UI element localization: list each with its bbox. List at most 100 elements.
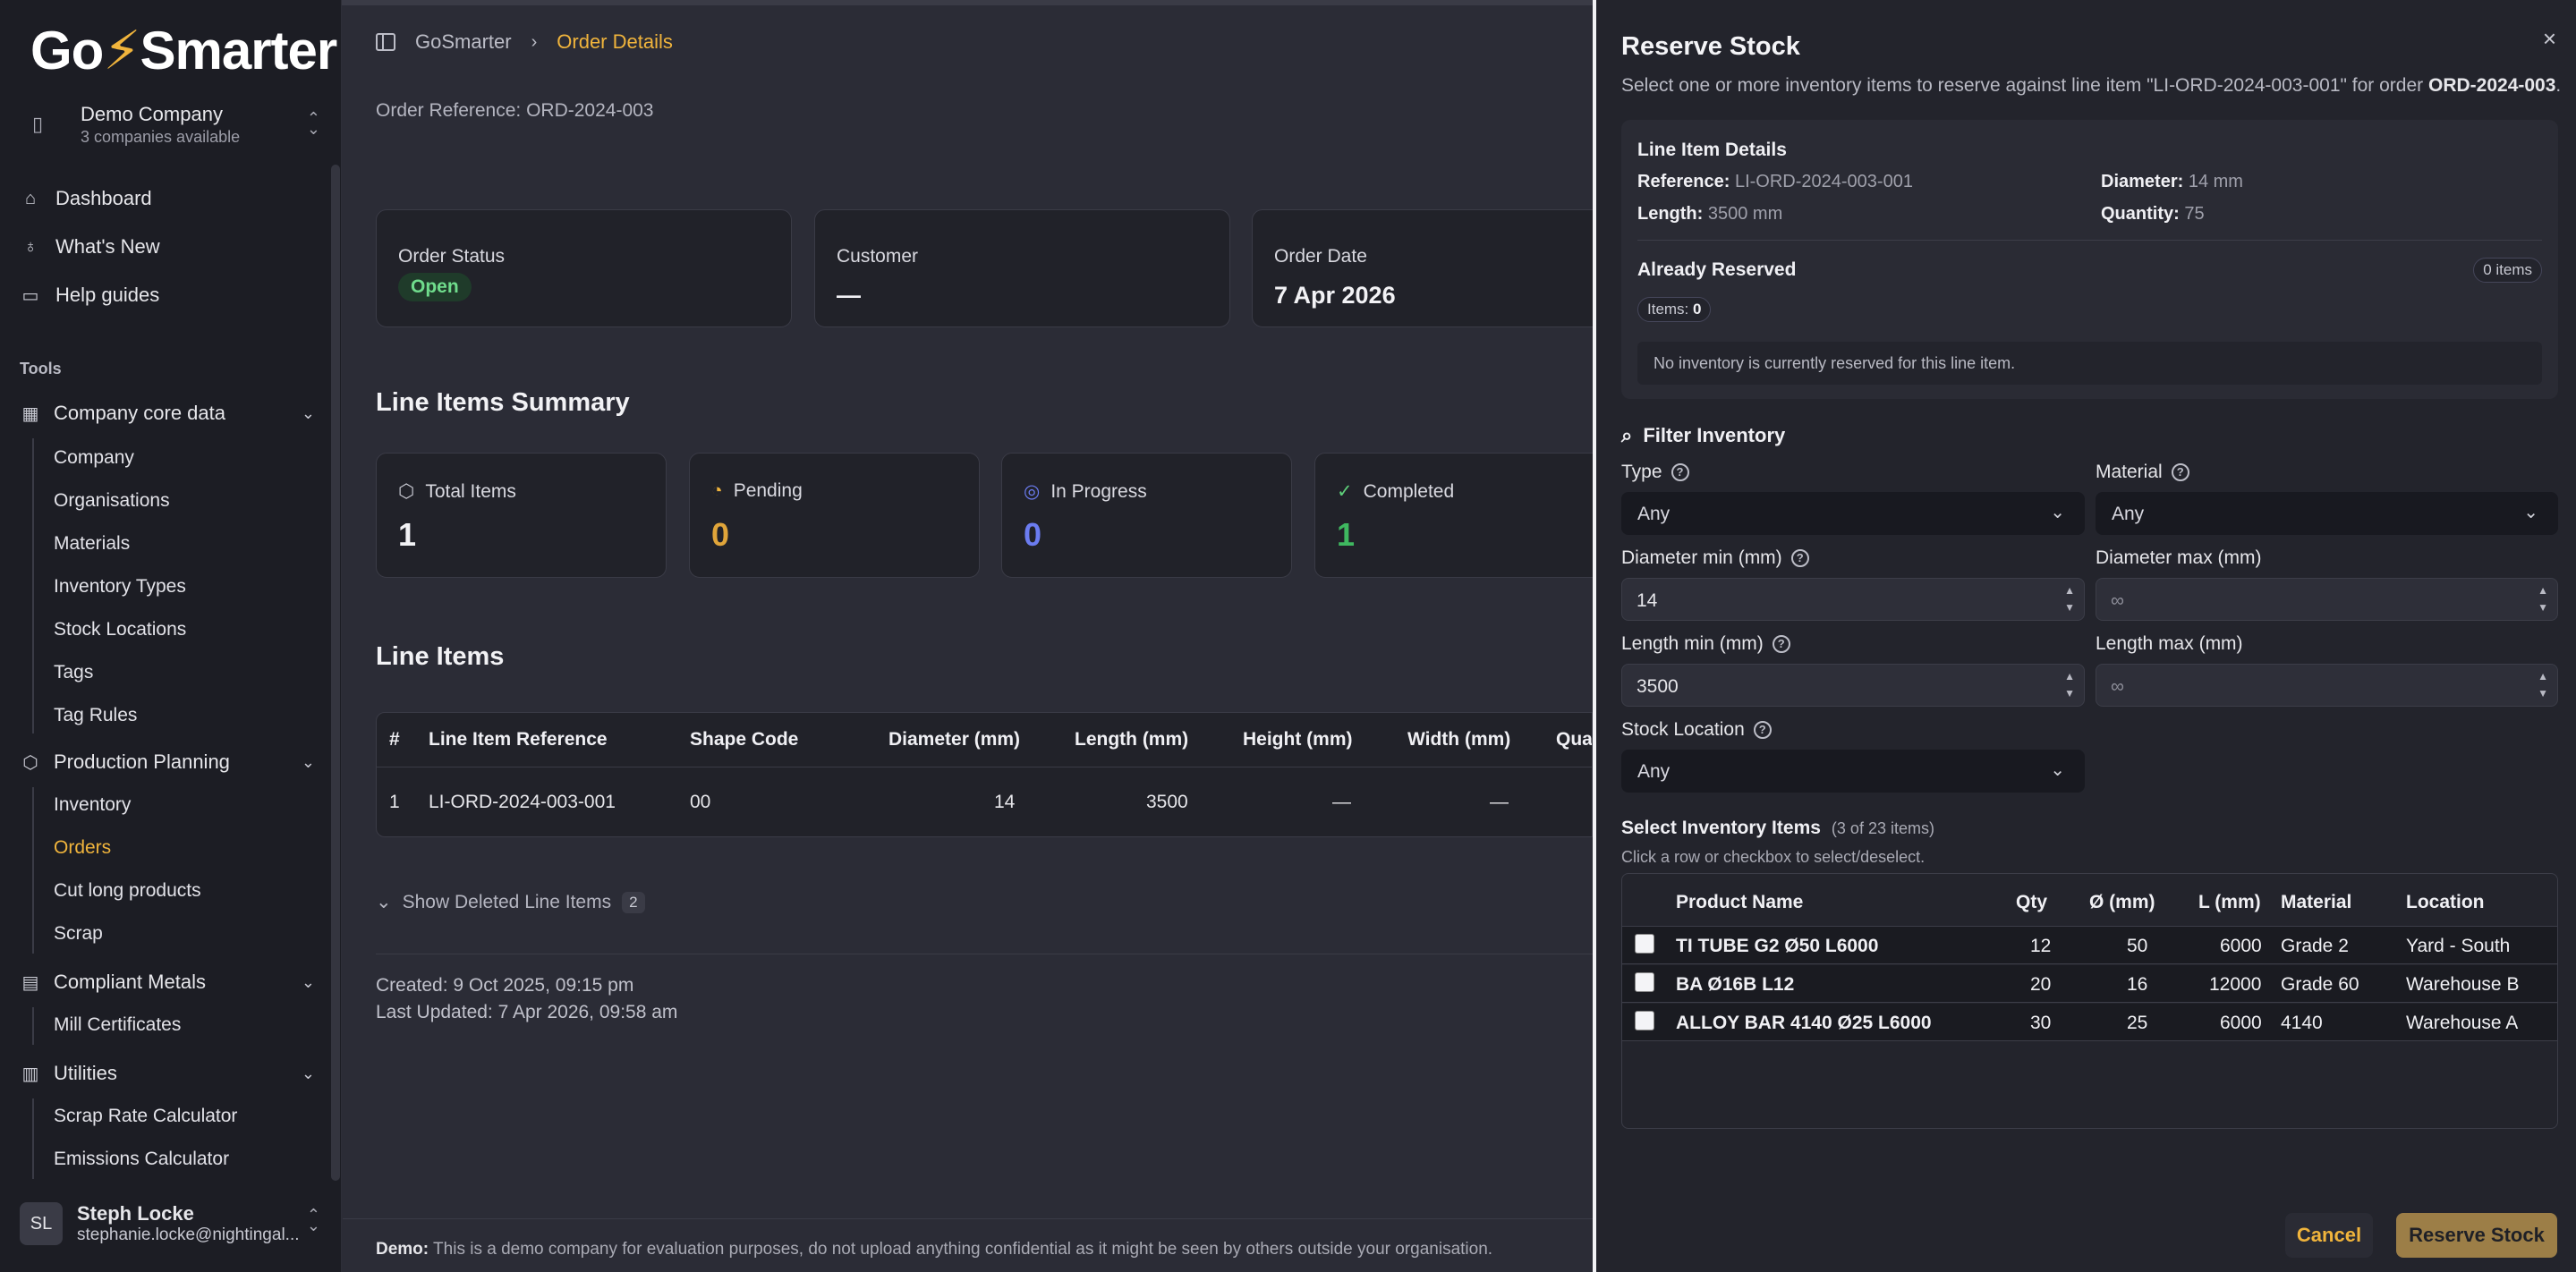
type-select[interactable]: Any ⌄ [1621, 492, 2085, 535]
length-min-input[interactable]: 3500 ▲ ▼ [1621, 664, 2085, 707]
table-row[interactable]: BA Ø16B L12 20 16 12000 Grade 60 Warehou… [1622, 965, 2557, 1003]
sidebar-item-tags[interactable]: Tags [54, 657, 93, 689]
progress-circle-icon: ◎ [1024, 481, 1041, 502]
order-date-label: Order Date [1274, 246, 1367, 267]
stepper-icon[interactable]: ▲ ▼ [2064, 582, 2075, 616]
detail-quantity: Quantity: 75 [2101, 204, 2205, 224]
sidebar-item-inventory-types[interactable]: Inventory Types [54, 571, 186, 603]
divider [343, 1218, 1593, 1219]
box-icon: ⬡ [22, 752, 38, 773]
group-company-core-data[interactable]: ▦ Company core data ⌄ [20, 395, 315, 431]
clock-icon: ◔ [711, 480, 723, 501]
group-utilities[interactable]: ▥ Utilities ⌄ [20, 1056, 315, 1091]
no-inventory-message: No inventory is currently reserved for t… [1637, 342, 2542, 385]
sidebar-item-organisations[interactable]: Organisations [54, 485, 170, 517]
sidebar-item-cut-long-products[interactable]: Cut long products [54, 875, 201, 907]
sidebar-scrollbar[interactable] [331, 165, 340, 1181]
col-width[interactable]: Width (mm) [1407, 729, 1510, 750]
group-production-planning[interactable]: ⬡ Production Planning ⌄ [20, 744, 315, 780]
sidebar-toggle-icon[interactable] [376, 33, 395, 51]
row-checkbox[interactable] [1635, 934, 1654, 954]
details-title: Line Item Details [1637, 140, 1787, 160]
row-checkbox[interactable] [1635, 972, 1654, 992]
document-icon: ▤ [21, 972, 39, 993]
col-material[interactable]: Material [2281, 892, 2351, 913]
created-timestamp: Created: 9 Oct 2025, 09:15 pm [376, 975, 634, 996]
cancel-button[interactable]: Cancel [2285, 1213, 2373, 1258]
stepper-icon[interactable]: ▲ ▼ [2538, 582, 2548, 616]
sidebar-item-emissions-calculator[interactable]: Emissions Calculator [54, 1143, 229, 1175]
chevrons-updown-icon: ⌃ ⌄ [306, 109, 320, 138]
stepper-icon[interactable]: ▲ ▼ [2538, 668, 2548, 702]
check-circle-icon: ✓ [1337, 481, 1353, 502]
col-height[interactable]: Height (mm) [1243, 729, 1353, 750]
table-row[interactable]: ALLOY BAR 4140 Ø25 L6000 30 25 6000 4140… [1622, 1004, 2557, 1041]
help-icon[interactable]: ? [1753, 721, 1772, 739]
diameter-min-input[interactable]: 14 ▲ ▼ [1621, 578, 2085, 621]
col-line-item-reference[interactable]: Line Item Reference [429, 729, 608, 750]
col-quantity[interactable]: Qua [1556, 729, 1592, 750]
chevron-down-icon: ⌄ [2523, 503, 2538, 522]
table-row[interactable]: TI TUBE G2 Ø50 L6000 12 50 6000 Grade 2 … [1622, 927, 2557, 964]
app-logo[interactable]: Go⚡Smarter [30, 20, 337, 82]
sidebar-item-scrap-rate-calculator[interactable]: Scrap Rate Calculator [54, 1100, 237, 1132]
company-name: Demo Company [81, 102, 223, 125]
material-select[interactable]: Any ⌄ [2096, 492, 2558, 535]
customer-card: Customer — [814, 209, 1230, 327]
stepper-icon[interactable]: ▲ ▼ [2064, 668, 2075, 702]
sidebar-item-company[interactable]: Company [54, 442, 134, 474]
reserve-stock-panel: Reserve Stock × Select one or more inven… [1593, 0, 2576, 1272]
line-items-title: Line Items [376, 642, 505, 671]
customer-label: Customer [837, 246, 919, 267]
sidebar-item-stock-locations[interactable]: Stock Locations [54, 614, 186, 646]
col-diameter[interactable]: Diameter (mm) [888, 729, 1020, 750]
chevron-down-icon: ⌄ [301, 1064, 315, 1082]
chevron-down-icon: ⌄ [301, 972, 315, 991]
customer-value: — [837, 282, 861, 309]
items-badge: Items: 0 [1637, 297, 1712, 322]
sidebar-item-materials[interactable]: Materials [54, 528, 130, 560]
reserve-stock-button[interactable]: Reserve Stock [2396, 1213, 2557, 1258]
close-icon[interactable]: × [2543, 25, 2556, 53]
nav-dashboard[interactable]: ⌂ Dashboard [20, 181, 152, 216]
col-location[interactable]: Location [2406, 892, 2485, 913]
tree-line [32, 787, 34, 954]
group-compliant-metals[interactable]: ▤ Compliant Metals ⌄ [20, 964, 315, 1000]
diameter-max-input[interactable]: ∞ ▲ ▼ [2096, 578, 2558, 621]
col-product-name[interactable]: Product Name [1676, 892, 1803, 913]
help-icon[interactable]: ? [1671, 463, 1689, 481]
help-icon[interactable]: ? [2171, 463, 2189, 481]
detail-diameter: Diameter: 14 mm [2101, 172, 2243, 191]
diameter-max-label: Diameter max (mm) [2096, 547, 2262, 568]
col-diameter[interactable]: Ø (mm) [2089, 892, 2155, 913]
sidebar-item-inventory[interactable]: Inventory [54, 789, 131, 821]
sidebar-item-mill-certificates[interactable]: Mill Certificates [54, 1009, 181, 1041]
panel-description: Select one or more inventory items to re… [1621, 75, 2562, 96]
divider [1637, 240, 2542, 241]
col-length[interactable]: L (mm) [2198, 892, 2261, 913]
inbox-icon: ⌂ [24, 188, 37, 208]
completed-value: 1 [1337, 516, 1356, 553]
length-max-input[interactable]: ∞ ▲ ▼ [2096, 664, 2558, 707]
company-switcher[interactable]: ▯ Demo Company 3 companies available ⌃ ⌄ [20, 100, 324, 148]
help-icon[interactable]: ? [1772, 635, 1790, 653]
chevron-down-icon: ⌄ [376, 892, 392, 912]
help-icon[interactable]: ? [1790, 549, 1809, 567]
nav-help-guides[interactable]: ▭ Help guides [20, 277, 160, 313]
nav-whats-new[interactable]: ♁ What's New [20, 229, 160, 265]
length-min-label: Length min (mm)? [1621, 633, 1790, 655]
sidebar-item-tag-rules[interactable]: Tag Rules [54, 700, 137, 732]
breadcrumb-root[interactable]: GoSmarter [415, 30, 512, 54]
length-max-label: Length max (mm) [2096, 633, 2243, 654]
sidebar-item-scrap[interactable]: Scrap [54, 918, 103, 950]
row-checkbox[interactable] [1635, 1011, 1654, 1030]
user-menu[interactable]: SL Steph Locke stephanie.locke@nightinga… [20, 1197, 324, 1251]
show-deleted-toggle[interactable]: ⌄ Show Deleted Line Items 2 [376, 891, 645, 913]
col-qty[interactable]: Qty [2016, 892, 2047, 913]
col-shape-code[interactable]: Shape Code [690, 729, 798, 750]
company-count: 3 companies available [81, 127, 241, 146]
lightbulb-icon: ♁ [23, 236, 38, 257]
stock-location-select[interactable]: Any ⌄ [1621, 750, 2085, 793]
col-length[interactable]: Length (mm) [1075, 729, 1188, 750]
sidebar-item-orders[interactable]: Orders [54, 832, 111, 864]
